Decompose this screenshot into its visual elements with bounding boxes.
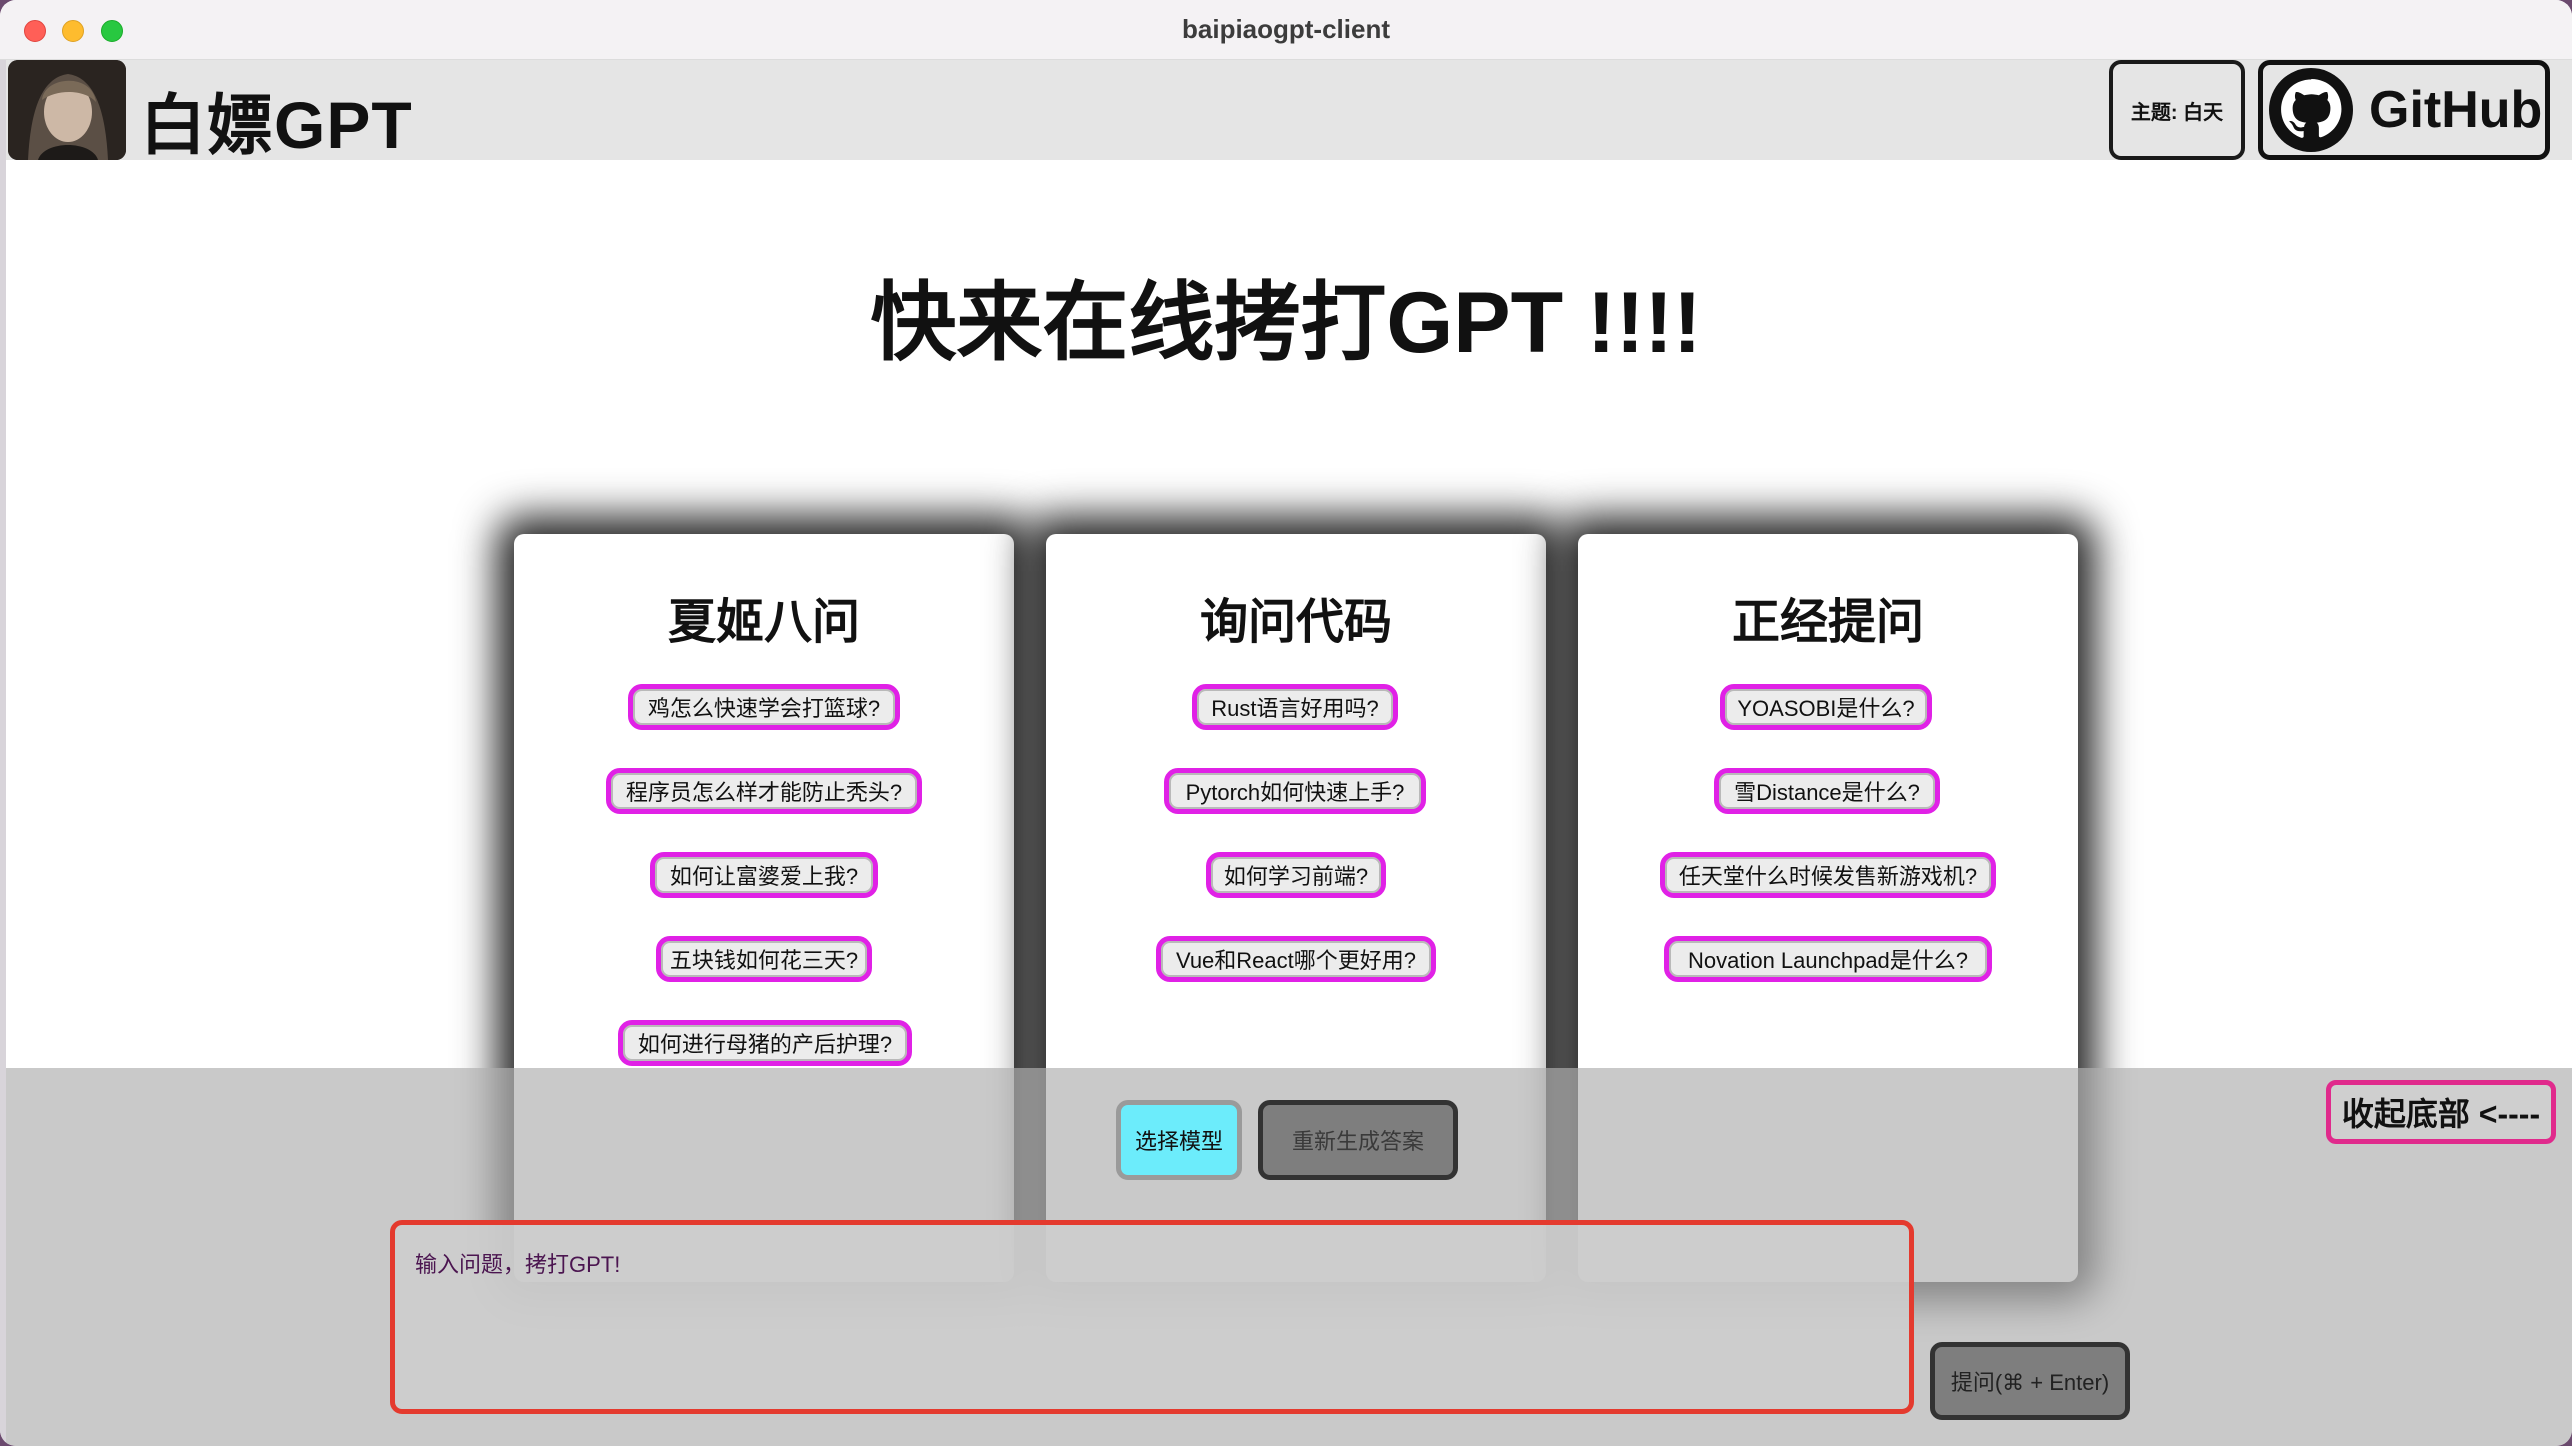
suggestion-chip[interactable]: 五块钱如何花三天? [656,936,872,982]
select-model-button[interactable]: 选择模型 [1116,1100,1242,1180]
suggestion-chip[interactable]: 任天堂什么时候发售新游戏机? [1660,852,1996,898]
card-title: 夏姬八问 [667,596,860,649]
suggestion-chip[interactable]: 如何学习前端? [1206,852,1386,898]
app-name: 白嫖GPT [140,88,413,162]
github-icon [2269,68,2353,152]
avatar-portrait-image [8,60,126,160]
card-title: 正经提问 [1731,596,1924,649]
avatar [8,60,126,160]
suggestion-chip[interactable]: Novation Launchpad是什么? [1664,936,1992,982]
app-header: 白嫖GPT 主题: 白天 GitHub [6,60,2572,162]
question-input[interactable] [390,1220,1914,1414]
suggestion-chip[interactable]: 鸡怎么快速学会打篮球? [628,684,900,730]
theme-toggle-button[interactable]: 主题: 白天 [2109,60,2245,160]
window-title: baipiaogpt-client [1182,14,1390,44]
ask-button[interactable]: 提问(⌘ + Enter) [1930,1342,2130,1420]
suggestion-chip[interactable]: Rust语言好用吗? [1192,684,1398,730]
title-bar: baipiaogpt-client [0,0,2572,60]
collapse-bottom-button[interactable]: 收起底部 <---- [2326,1080,2556,1144]
github-label: GitHub [2369,81,2543,139]
regenerate-answer-button[interactable]: 重新生成答案 [1258,1100,1458,1180]
suggestion-chip[interactable]: 如何进行母猪的产后护理? [618,1020,912,1066]
suggestion-chip[interactable]: 程序员怎么样才能防止秃头? [606,768,922,814]
suggestion-chip[interactable]: YOASOBI是什么? [1720,684,1932,730]
card-title: 询问代码 [1199,596,1392,649]
hero-title: 快来在线拷打GPT !!!! [870,275,1702,371]
suggestion-chip[interactable]: Pytorch如何快速上手? [1164,768,1426,814]
suggestion-chip[interactable]: 如何让富婆爱上我? [650,852,878,898]
suggestion-chip[interactable]: 雪Distance是什么? [1714,768,1940,814]
suggestion-chip[interactable]: Vue和React哪个更好用? [1156,936,1436,982]
github-button[interactable]: GitHub [2258,60,2550,160]
app-window: baipiaogpt-client 白嫖GPT 主题: 白天 GitHub 快来… [0,0,2572,1446]
